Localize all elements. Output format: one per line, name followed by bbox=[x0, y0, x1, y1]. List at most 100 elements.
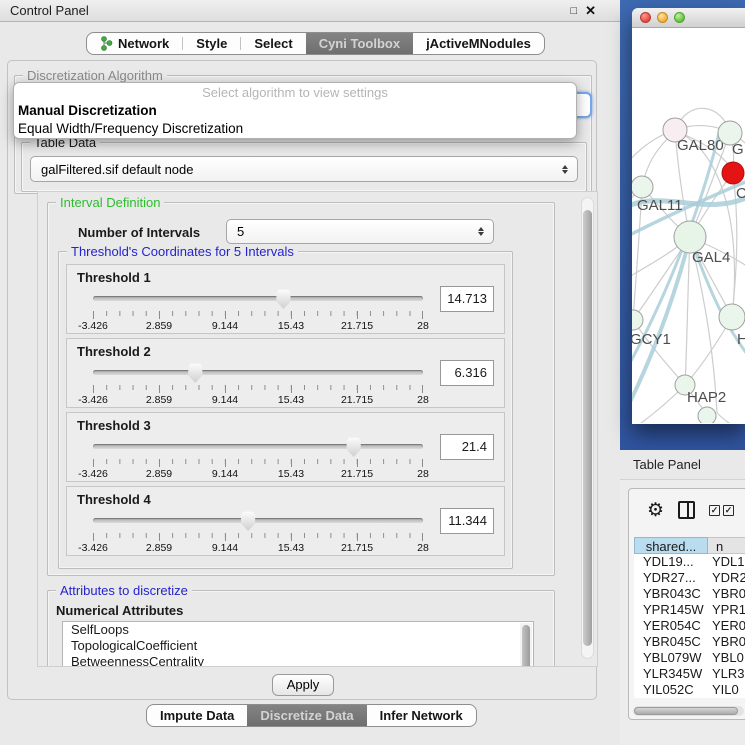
tab-cyni-toolbox-label: Cyni Toolbox bbox=[319, 36, 400, 51]
network-node-label: GAL11 bbox=[637, 197, 683, 214]
table-cell-name[interactable]: YLR3 bbox=[708, 666, 745, 682]
network-node[interactable] bbox=[632, 310, 643, 330]
table-row[interactable]: YBL079WYBL0 bbox=[634, 650, 745, 666]
tab-network[interactable]: Network bbox=[87, 33, 182, 54]
apply-button[interactable]: Apply bbox=[272, 674, 334, 696]
table-cell-shared-name[interactable]: YDR27... bbox=[634, 570, 708, 586]
attribute-list-item[interactable]: TopologicalCoefficient bbox=[63, 638, 533, 654]
thresholds-group: Threshold's Coordinates for 5 Intervals … bbox=[58, 251, 513, 569]
threshold-label: Threshold 1 bbox=[77, 270, 151, 285]
slider-thumb[interactable] bbox=[241, 511, 256, 531]
thresholds-container: Threshold 1 -3.4262.8599.14415.4321.71528… bbox=[66, 264, 505, 560]
network-node[interactable] bbox=[719, 304, 745, 330]
table-row[interactable]: YIL052CYIL0 bbox=[634, 682, 745, 698]
tab-select[interactable]: Select bbox=[241, 33, 305, 54]
attribute-list-item[interactable]: BetweennessCentrality bbox=[63, 654, 533, 667]
table-cell-name[interactable]: YDL1 bbox=[708, 554, 745, 570]
table-data-select[interactable]: galFiltered.sif default node bbox=[30, 156, 578, 182]
attribute-list-item[interactable]: SelfLoops bbox=[63, 622, 533, 638]
algorithm-popup-item-manual[interactable]: Manual Discretization bbox=[14, 102, 576, 120]
slider-thumb[interactable] bbox=[276, 289, 291, 309]
network-canvas[interactable]: GAL80GCGAL11GAL4GCY1HHAP2 bbox=[632, 28, 745, 423]
checkbox-icon[interactable]: ✓ bbox=[723, 505, 734, 516]
table-row[interactable]: YBR043CYBR0 bbox=[634, 586, 745, 602]
table-cell-shared-name[interactable]: YBL079W bbox=[634, 650, 708, 666]
tick-label: 21.715 bbox=[341, 468, 373, 480]
tab-network-label: Network bbox=[118, 36, 169, 51]
interval-definition-group: Interval Definition Number of Intervals … bbox=[47, 202, 555, 576]
table-row[interactable]: YPR145WYPR1 bbox=[634, 602, 745, 618]
threshold-label: Threshold 2 bbox=[77, 344, 151, 359]
tick-label: 9.144 bbox=[212, 542, 238, 554]
settings-scrollbar[interactable] bbox=[581, 197, 594, 659]
table-cell-shared-name[interactable]: YBR043C bbox=[634, 586, 708, 602]
settings-scrollbar-thumb[interactable] bbox=[583, 210, 592, 646]
table-cell-name[interactable]: YPR1 bbox=[708, 602, 745, 618]
table-cell-shared-name[interactable]: YPR145W bbox=[634, 602, 708, 618]
num-intervals-select[interactable]: 5 bbox=[226, 219, 494, 244]
algorithm-popup-item-equal-width[interactable]: Equal Width/Frequency Discretization bbox=[14, 120, 576, 138]
column-header-name[interactable]: n bbox=[708, 537, 745, 554]
table-hscrollbar-thumb[interactable] bbox=[634, 707, 738, 715]
slider-tick-labels: -3.4262.8599.14415.4321.71528 bbox=[93, 320, 423, 332]
table-row[interactable]: YER054CYER0 bbox=[634, 618, 745, 634]
table-row[interactable]: YLR345WYLR3 bbox=[634, 666, 745, 682]
checkbox-icon[interactable]: ✓ bbox=[709, 505, 720, 516]
slider-track[interactable] bbox=[93, 518, 423, 523]
threshold-value-field[interactable]: 11.344 bbox=[440, 508, 494, 534]
table-cell-name[interactable]: YDR2 bbox=[708, 570, 745, 586]
minimize-window-icon[interactable] bbox=[657, 12, 668, 23]
gear-icon[interactable]: ⚙ bbox=[647, 501, 664, 520]
zoom-window-icon[interactable] bbox=[674, 12, 685, 23]
tab-jactivemnodules[interactable]: jActiveMNodules bbox=[413, 33, 544, 54]
table-cell-shared-name[interactable]: YER054C bbox=[634, 618, 708, 634]
column-header-shared-name[interactable]: shared... bbox=[634, 537, 708, 554]
table-cell-name[interactable]: YER0 bbox=[708, 618, 745, 634]
table-cell-name[interactable]: YIL0 bbox=[708, 682, 745, 698]
table-header-row: shared... n bbox=[634, 537, 745, 554]
table-cell-name[interactable]: YBL0 bbox=[708, 650, 745, 666]
network-node[interactable] bbox=[632, 176, 653, 198]
table-cell-name[interactable]: YBR0 bbox=[708, 586, 745, 602]
slider-thumb[interactable] bbox=[188, 363, 203, 383]
columns-icon[interactable] bbox=[678, 501, 695, 519]
network-node[interactable] bbox=[722, 162, 744, 184]
select-checkboxes: ✓ ✓ bbox=[709, 505, 734, 516]
threshold-slider: -3.4262.8599.14415.4321.71528 bbox=[93, 363, 423, 405]
tab-infer-network[interactable]: Infer Network bbox=[367, 705, 476, 726]
slider-track[interactable] bbox=[93, 370, 423, 375]
attributes-list-scrollbar-thumb[interactable] bbox=[522, 625, 530, 667]
table-cell-shared-name[interactable]: YDL19... bbox=[634, 554, 708, 570]
table-cell-shared-name[interactable]: YBR045C bbox=[634, 634, 708, 650]
table-panel-body: ⚙ ✓ ✓ shared... n YDL19...YDL1YDR27...YD… bbox=[628, 488, 745, 720]
table-cell-shared-name[interactable]: YIL052C bbox=[634, 682, 708, 698]
slider-track[interactable] bbox=[93, 296, 423, 301]
slider-thumb[interactable] bbox=[346, 437, 361, 457]
tab-impute-data-label: Impute Data bbox=[160, 708, 234, 723]
tab-style[interactable]: Style bbox=[183, 33, 240, 54]
tick-label: 28 bbox=[417, 468, 429, 480]
close-window-icon[interactable] bbox=[640, 12, 651, 23]
threshold-value-field[interactable]: 21.4 bbox=[440, 434, 494, 460]
tab-discretize-data[interactable]: Discretize Data bbox=[247, 705, 366, 726]
network-node-label: C bbox=[736, 185, 745, 202]
network-node[interactable] bbox=[698, 407, 716, 423]
close-panel-icon[interactable]: ✕ bbox=[585, 3, 596, 19]
tab-cyni-toolbox[interactable]: Cyni Toolbox bbox=[306, 33, 413, 54]
table-row[interactable]: YDR27...YDR2 bbox=[634, 570, 745, 586]
tab-impute-data[interactable]: Impute Data bbox=[147, 705, 247, 726]
table-cell-name[interactable]: YBR0 bbox=[708, 634, 745, 650]
table-hscrollbar[interactable] bbox=[633, 706, 744, 716]
attributes-list-scrollbar[interactable] bbox=[520, 623, 532, 667]
tick-label: 21.715 bbox=[341, 542, 373, 554]
table-panel-toolbar: ⚙ ✓ ✓ bbox=[629, 489, 745, 531]
table-cell-shared-name[interactable]: YLR345W bbox=[634, 666, 708, 682]
threshold-value-field[interactable]: 6.316 bbox=[440, 360, 494, 386]
control-panel-titlebar: Control Panel □ ✕ bbox=[0, 0, 620, 22]
slider-track[interactable] bbox=[93, 444, 423, 449]
float-window-icon[interactable]: □ bbox=[570, 5, 577, 17]
table-row[interactable]: YDL19...YDL1 bbox=[634, 554, 745, 570]
threshold-value-field[interactable]: 14.713 bbox=[440, 286, 494, 312]
table-row[interactable]: YBR045CYBR0 bbox=[634, 634, 745, 650]
numerical-attributes-list[interactable]: SelfLoopsTopologicalCoefficientBetweenne… bbox=[62, 621, 534, 667]
